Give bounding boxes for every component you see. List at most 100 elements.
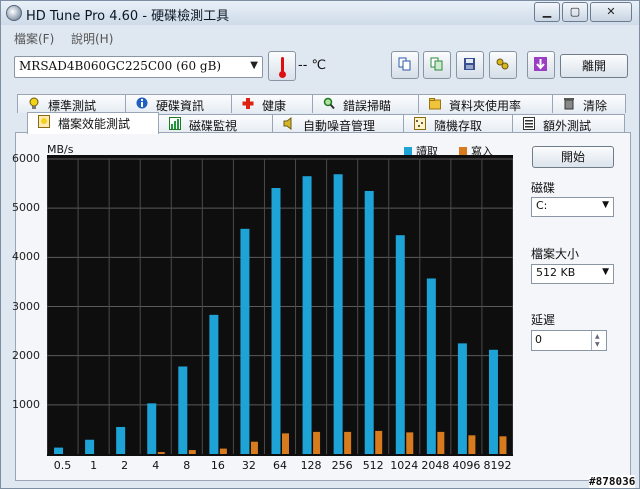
bar-read [240,228,250,454]
tab-health[interactable]: 健康 [231,94,313,113]
bar-write [499,436,507,454]
filesize-select[interactable]: 512 KB ▼ [531,264,614,284]
close-button[interactable]: ✕ [590,2,632,22]
chevron-down-icon: ▼ [602,267,609,277]
y-tick-label: 6000 [12,152,40,165]
delay-spinner[interactable]: 0 ▲ ▼ [531,330,607,351]
tab-label: 健康 [262,99,287,113]
minimize-button[interactable]: ▁ [534,2,560,22]
filesize-select-value: 512 KB [536,266,576,279]
tab-erase[interactable]: 清除 [552,94,626,113]
options-button[interactable] [489,51,517,79]
bar-write [375,430,383,454]
bar-write [344,431,352,454]
y-tick-label: 5000 [12,201,40,215]
menu-help[interactable]: 說明(H) [71,30,113,47]
health-cross-icon [242,98,254,109]
bulb-icon [29,97,39,109]
delay-value: 0 [535,333,542,346]
window-title: HD Tune Pro 4.60 - 硬碟檢測工具 [26,9,230,24]
app-icon [6,5,22,21]
app-window: HD Tune Pro 4.60 - 硬碟檢測工具 ▁ ▢ ✕ 檔案(F) 說明… [0,0,640,489]
menu-file[interactable]: 檔案(F) [14,30,54,47]
save-button[interactable] [456,51,484,79]
spin-up-icon[interactable]: ▲ [595,333,600,340]
tab-label: 資料夾使用率 [449,99,522,113]
bar-write [313,431,321,454]
y-tick-label: 1000 [12,397,40,411]
bar-read [178,366,188,454]
tab-benchmark[interactable]: 標準測試 [17,94,126,113]
trash-icon [564,98,574,110]
copy-info-button[interactable] [391,51,419,79]
bar-read [209,314,219,454]
extra-tests-icon [523,117,535,130]
copy-icon [398,57,411,71]
bar-read [364,190,374,455]
folder-icon [429,98,441,110]
tab-aam[interactable]: 自動噪音管理 [272,114,404,133]
bar-read [116,426,126,454]
bar-write [282,433,289,454]
tab-random-access[interactable]: 隨機存取 [403,114,513,133]
spin-down-icon[interactable]: ▼ [595,341,600,348]
disk-select[interactable]: C: ▼ [531,197,614,217]
tab-label: 錯誤掃瞄 [343,99,392,113]
bar-write [437,431,445,454]
benchmark-chart [47,155,513,456]
bar-write [157,452,165,454]
bar-read [302,176,312,455]
chevron-down-icon: ▼ [250,60,258,71]
info-icon [136,97,148,109]
y-tick-label: 3000 [12,299,40,313]
bar-read [333,174,343,454]
settings-icon [496,58,509,70]
toolbar: MRSAD4B060GC225C00 (60 gB) ▼ -- ℃ 離開 [1,47,639,87]
tab-disk-info[interactable]: 硬碟資訊 [125,94,232,113]
bar-write [219,448,227,454]
tab-label: 硬碟資訊 [156,99,205,113]
y-tick-label: 4000 [12,250,40,264]
bar-write [468,435,476,454]
download-update-button[interactable] [527,51,555,79]
bar-read [488,349,498,454]
y-tick-label: 2000 [12,348,40,362]
maximize-button[interactable]: ▢ [562,2,588,22]
title-bar: HD Tune Pro 4.60 - 硬碟檢測工具 ▁ ▢ ✕ [1,1,639,25]
spinner-buttons[interactable]: ▲ ▼ [591,331,606,350]
bar-write [406,432,414,454]
bar-read [147,403,157,454]
copy-screen-icon [430,57,443,71]
legend-read-swatch [404,147,412,155]
tab-label: 檔案效能測試 [58,117,131,131]
copy-screenshot-button[interactable] [423,51,451,79]
tab-error-scan[interactable]: 錯誤掃瞄 [312,94,419,113]
start-button[interactable]: 開始 [532,146,614,168]
tab-disk-monitor[interactable]: 磁碟監視 [158,114,273,133]
speaker-icon [283,117,292,130]
drive-select-value: MRSAD4B060GC225C00 (60 gB) [19,59,222,73]
menu-bar: 檔案(F) 說明(H) [1,27,639,47]
bar-read [85,439,95,454]
exit-button[interactable]: 離開 [560,54,628,78]
bar-write [188,450,196,454]
disk-label: 磁碟 [531,181,556,195]
x-tick-label: 8192 [483,459,512,472]
delay-label: 延遲 [531,313,556,327]
tab-extra-tests[interactable]: 額外測試 [512,114,625,133]
bar-read [395,235,405,454]
tab-file-benchmark[interactable]: 檔案效能測試 [27,112,159,134]
bar-read [271,188,281,454]
drive-select[interactable]: MRSAD4B060GC225C00 (60 gB) ▼ [14,56,263,78]
random-dots-icon [414,117,426,130]
temperature-button[interactable] [268,51,296,81]
watermark-id: #878036 [589,475,636,488]
monitor-chart-icon [169,117,181,130]
bar-read [54,447,64,454]
bar-write [250,441,258,454]
temperature-readout: -- ℃ [298,58,327,73]
file-benchmark-icon [38,115,50,128]
tab-folder-usage[interactable]: 資料夾使用率 [418,94,553,113]
tab-label: 清除 [583,99,608,113]
chart-plot [47,158,513,455]
